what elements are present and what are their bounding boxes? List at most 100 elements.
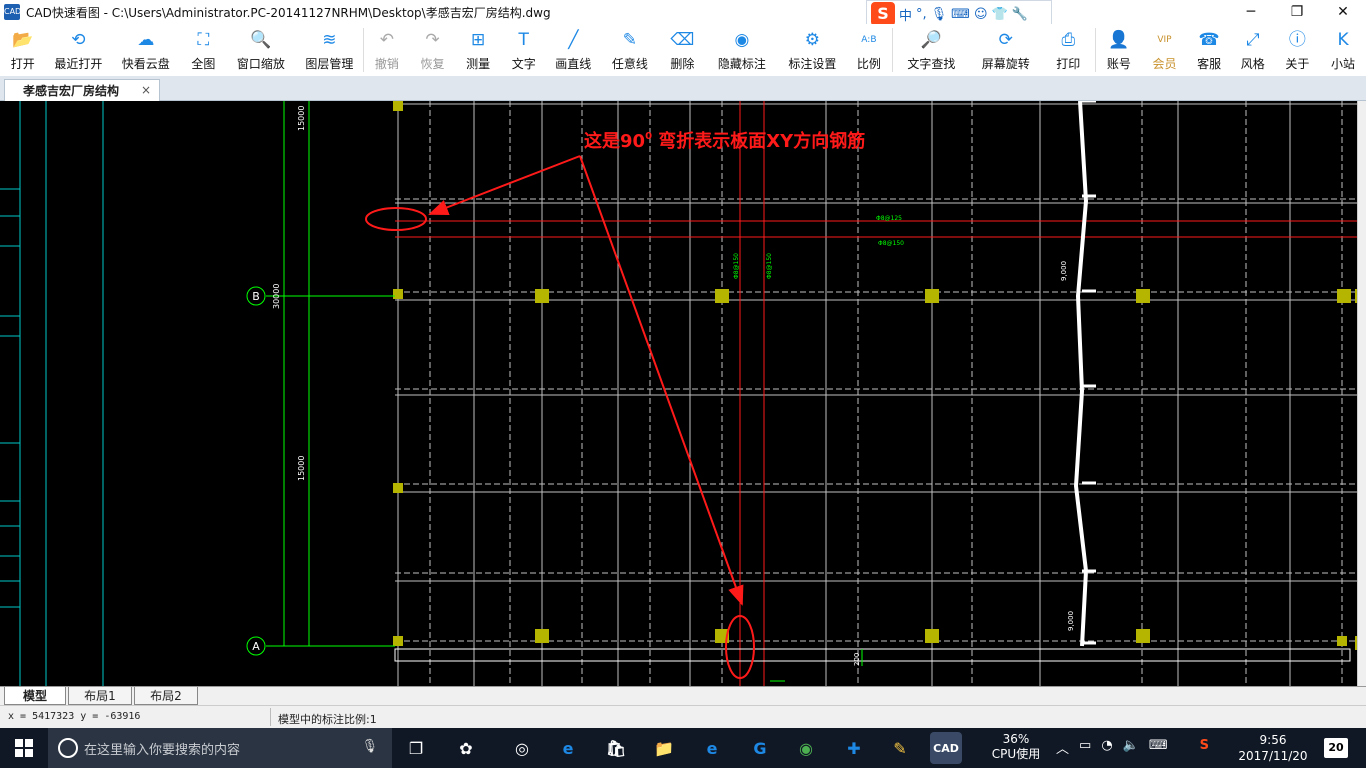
taskbar-search[interactable]: 在这里输入你要搜索的内容 🎙	[48, 728, 392, 768]
redo-button[interactable]: ↷ 恢复	[410, 24, 456, 76]
browser-green-icon[interactable]: ◉	[790, 732, 822, 764]
eraser-button[interactable]: ⌫ 删除	[660, 24, 706, 76]
info-button[interactable]: ⓘ 关于	[1275, 24, 1321, 76]
dimension-label: 9,000	[1067, 611, 1075, 631]
pen-button[interactable]: ✎ 任意线	[600, 24, 660, 76]
mic-icon[interactable]: 🎙	[361, 739, 378, 754]
column-marker	[1136, 289, 1150, 303]
cpu-usage: 36% CPU使用	[990, 732, 1042, 762]
user-icon[interactable]: ☺	[974, 7, 988, 22]
tab-model[interactable]: 模型	[4, 687, 66, 705]
tab-layout1[interactable]: 布局1	[68, 687, 132, 705]
battery-icon[interactable]: ▭	[1079, 738, 1091, 757]
find-text-button[interactable]: 🔎 文字查找	[893, 24, 970, 76]
redo-icon: ↷	[425, 30, 440, 50]
history-icon: ⟲	[71, 30, 86, 50]
notes-app-icon[interactable]: ✎	[884, 732, 916, 764]
layers-button[interactable]: ≋ 图层管理	[296, 24, 363, 76]
search-placeholder: 在这里输入你要搜索的内容	[84, 742, 241, 758]
task-view-icon[interactable]: ❐	[400, 732, 432, 764]
pen-icon: ✎	[622, 30, 637, 50]
dimension-label: 15000	[297, 456, 306, 481]
ime-punct-toggle[interactable]: °,	[916, 7, 927, 22]
browser-g-icon[interactable]: G	[744, 732, 776, 764]
account-icon: 👤	[1108, 30, 1130, 50]
mic-icon[interactable]: 🎙	[931, 7, 948, 22]
close-tab-icon[interactable]: ×	[141, 83, 151, 97]
notification-center[interactable]: 20	[1324, 738, 1348, 758]
keyboard-icon[interactable]: ⌨	[1149, 738, 1168, 757]
column-marker	[393, 483, 403, 493]
line-button[interactable]: ╱ 画直线	[547, 24, 601, 76]
text-icon: T	[518, 30, 529, 50]
history-button[interactable]: ⟲ 最近打开	[46, 24, 111, 76]
document-tab[interactable]: 孝感吉宏厂房结构 ×	[4, 79, 160, 101]
folder-button[interactable]: 📂 打开	[0, 24, 46, 76]
fit-button[interactable]: ⛶ 全图	[181, 24, 227, 76]
undo-button[interactable]: ↶ 撤销	[364, 24, 410, 76]
site-icon: K	[1337, 30, 1349, 50]
pinwheel-app-icon[interactable]: ✿	[450, 732, 482, 764]
toolbar-button-label: 全图	[191, 57, 216, 71]
zoom-window-button[interactable]: 🔍 窗口缩放	[226, 24, 295, 76]
drawing-canvas[interactable]: B A 15000 30000 15000 9,000 9,000 200 Φ8…	[0, 101, 1357, 686]
toolbar-button-label: 画直线	[555, 57, 592, 71]
annotation-arrow	[579, 155, 744, 606]
wrench-icon[interactable]: 🔧	[1012, 7, 1028, 22]
headset-button[interactable]: ☎ 客服	[1187, 24, 1231, 76]
360-app-icon[interactable]: ◎	[506, 732, 538, 764]
keyboard-icon[interactable]: ⌨	[951, 7, 970, 22]
minimize-button[interactable]: ─	[1228, 0, 1274, 24]
zoom-window-icon: 🔍	[250, 30, 272, 50]
headset-icon: ☎	[1198, 30, 1220, 50]
clock[interactable]: 9:56 2017/11/20	[1236, 732, 1310, 764]
column-marker	[1136, 629, 1150, 643]
ruler-button[interactable]: ⊞ 测量	[455, 24, 501, 76]
toolbar-button-label: 恢复	[420, 57, 445, 71]
sogou-logo-icon[interactable]: S	[871, 2, 895, 26]
toolbar-button-label: 撤销	[374, 57, 399, 71]
close-button[interactable]: ✕	[1320, 0, 1366, 24]
ie-icon[interactable]: e	[696, 732, 728, 764]
rotate-button[interactable]: ⟳ 屏幕旋转	[970, 24, 1041, 76]
vip-button[interactable]: VIP 会员	[1142, 24, 1188, 76]
chevron-up-icon[interactable]: ︿	[1056, 738, 1069, 757]
cad-drawing[interactable]: B A 15000 30000 15000 9,000 9,000 200 Φ8…	[0, 101, 1357, 686]
cad-viewer-taskbar-icon[interactable]: CAD	[930, 732, 962, 764]
sogou-tray-icon[interactable]: S	[1200, 738, 1209, 757]
toolbar-button-label: 快看云盘	[121, 57, 170, 71]
document-tabstrip: 孝感吉宏厂房结构 ×	[0, 76, 1366, 101]
pinned-app-icon[interactable]: ✚	[838, 732, 870, 764]
wifi-icon[interactable]: ◔	[1101, 738, 1112, 757]
store-icon[interactable]: 🛍	[600, 732, 632, 764]
rebar-label: Φ8@150	[878, 240, 904, 247]
account-button[interactable]: 👤 账号	[1096, 24, 1142, 76]
vertical-scrollbar[interactable]	[1357, 101, 1366, 686]
toolbar-button-label: 账号	[1106, 57, 1131, 71]
file-explorer-icon[interactable]: 📁	[648, 732, 680, 764]
scale-icon: A:B	[861, 35, 877, 45]
eye-hide-button[interactable]: ◉ 隐藏标注	[705, 24, 778, 76]
printer-button[interactable]: ⎙ 打印	[1042, 24, 1096, 76]
clock-time: 9:56	[1259, 733, 1287, 747]
find-text-icon: 🔎	[920, 30, 942, 50]
shirt-icon[interactable]: 👕	[992, 7, 1008, 22]
start-button[interactable]	[0, 728, 48, 768]
cloud-button[interactable]: ☁ 快看云盘	[111, 24, 180, 76]
layers-icon: ≋	[322, 30, 337, 50]
system-tray[interactable]: ︿ ▭ ◔ 🔈 ⌨ S	[1056, 738, 1209, 757]
text-button[interactable]: T 文字	[501, 24, 547, 76]
settings-button[interactable]: ⚙ 标注设置	[779, 24, 846, 76]
cpu-percent: 36%	[1002, 732, 1030, 746]
volume-icon[interactable]: 🔈	[1123, 738, 1139, 757]
maximize-button[interactable]: ❐	[1274, 0, 1320, 24]
tab-layout2[interactable]: 布局2	[134, 687, 198, 705]
site-button[interactable]: K 小站	[1320, 24, 1366, 76]
column-marker	[925, 629, 939, 643]
toolbar-button-label: 文字查找	[907, 57, 956, 71]
ime-mode-toggle[interactable]: 中	[899, 5, 912, 24]
style-button[interactable]: ⤢ 风格	[1231, 24, 1275, 76]
edge-icon[interactable]: e	[552, 732, 584, 764]
column-marker	[715, 289, 729, 303]
scale-button[interactable]: A:B 比例	[846, 24, 892, 76]
